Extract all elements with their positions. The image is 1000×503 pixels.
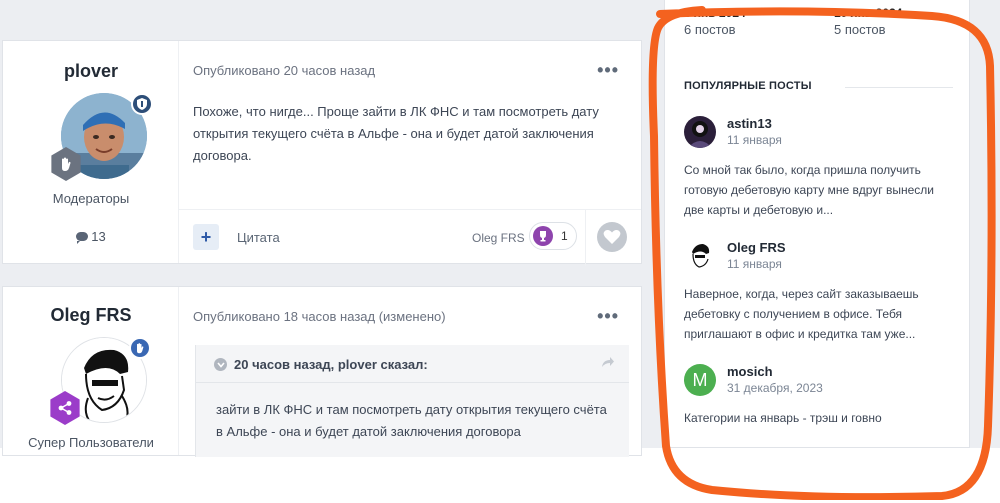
post-oleg-frs: Oleg FRS Супер Пользователи Опубликовано… xyxy=(2,286,642,457)
author-column: Oleg FRS Супер Пользователи xyxy=(3,287,179,455)
popular-post-date: 31 декабря, 2023 xyxy=(727,381,823,395)
popular-post-excerpt[interactable]: Категории на январь - трэш и говно xyxy=(684,408,954,428)
post-footer: + Цитата Oleg FRS 1 xyxy=(179,209,641,266)
sidebar: 3 янв 2024 6 постов 10 янв 2024 5 постов… xyxy=(664,0,970,448)
post-body: Похоже, что нигде... Проще зайти в ЛК ФН… xyxy=(193,104,599,163)
post-timestamp[interactable]: Опубликовано 18 часов назад (изменено) xyxy=(193,309,446,324)
post-count-value: 13 xyxy=(91,229,106,244)
hand-icon xyxy=(129,337,151,359)
more-options-icon[interactable]: ••• xyxy=(597,60,619,81)
quote-block: 20 часов назад, plover сказал: зайти в Л… xyxy=(195,345,629,457)
quote-citation[interactable]: 20 часов назад, plover сказал: xyxy=(234,357,428,372)
author-group: Модераторы xyxy=(52,191,130,206)
divider xyxy=(845,87,953,88)
reaction-user[interactable]: Oleg FRS xyxy=(472,231,525,245)
multiquote-button[interactable]: + xyxy=(193,224,219,250)
trophy-icon xyxy=(533,226,553,246)
post-plover: plover Модераторы 13 Опубликовано 20 час… xyxy=(2,40,642,266)
popular-post-excerpt[interactable]: Наверное, когда, через сайт заказываешь … xyxy=(684,284,954,344)
popular-post-excerpt[interactable]: Со мной так было, когда пришла получить … xyxy=(684,160,954,220)
avatar[interactable] xyxy=(684,240,716,272)
stat-count: 6 постов xyxy=(684,22,736,37)
chevron-down-icon[interactable] xyxy=(214,358,227,371)
reaction-summary[interactable]: 1 xyxy=(529,222,577,250)
author-column: plover Модераторы 13 xyxy=(3,41,179,263)
post-timestamp[interactable]: Опубликовано 20 часов назад xyxy=(193,63,375,78)
activity-stat: 10 янв 2024 5 постов xyxy=(834,6,902,37)
stat-date: 3 янв 2024 xyxy=(684,6,746,20)
more-options-icon[interactable]: ••• xyxy=(597,306,619,327)
author-group: Супер Пользователи xyxy=(28,435,154,450)
avatar-initial: M xyxy=(692,369,708,390)
popular-posts-title: ПОПУЛЯРНЫЕ ПОСТЫ xyxy=(684,80,812,92)
popular-post-date: 11 января xyxy=(727,257,782,271)
popular-post-date: 11 января xyxy=(727,133,782,147)
comment-icon xyxy=(76,232,89,244)
avatar[interactable]: M xyxy=(684,364,716,396)
post-count[interactable]: 13 xyxy=(3,229,179,244)
quote-text: зайти в ЛК ФНС и там посмотреть дату отк… xyxy=(216,402,607,439)
popular-post-author[interactable]: mosich xyxy=(727,364,773,379)
shield-icon xyxy=(131,93,153,115)
quote-link-icon[interactable] xyxy=(601,355,615,371)
popular-post-author[interactable]: astin13 xyxy=(727,116,772,131)
author-name[interactable]: plover xyxy=(3,61,179,82)
author-name[interactable]: Oleg FRS xyxy=(3,305,179,326)
heart-icon[interactable] xyxy=(597,222,627,252)
activity-stat: 3 янв 2024 6 постов xyxy=(684,6,746,37)
popular-post-author[interactable]: Oleg FRS xyxy=(727,240,786,255)
divider xyxy=(585,210,586,266)
quote-header: 20 часов назад, plover сказал: xyxy=(196,345,629,383)
reaction-count: 1 xyxy=(561,229,568,243)
stat-date: 10 янв 2024 xyxy=(834,6,903,20)
stat-count: 5 постов xyxy=(834,22,886,37)
quote-button[interactable]: Цитата xyxy=(237,230,280,245)
avatar[interactable] xyxy=(684,116,716,148)
